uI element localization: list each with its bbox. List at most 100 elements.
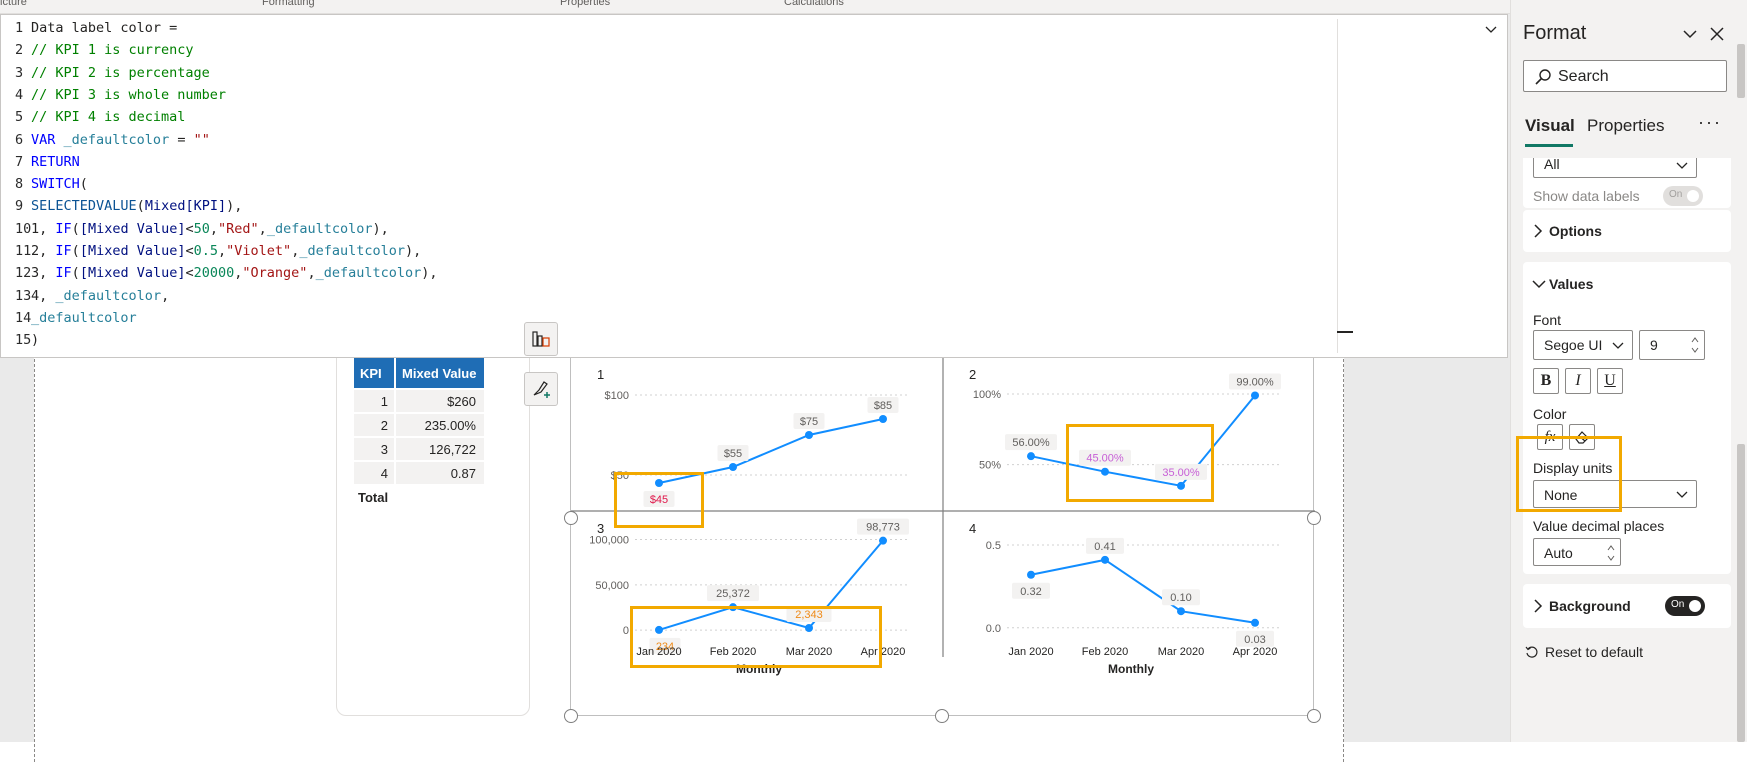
- paint-brush-icon: [533, 381, 550, 398]
- format-brush-tool-button[interactable]: [524, 372, 558, 406]
- resize-handle-bottom-left[interactable]: [564, 709, 578, 723]
- mixed-value-cell: $260: [396, 390, 484, 412]
- chevron-down-icon[interactable]: [1532, 279, 1546, 289]
- conditional-format-fx-button[interactable]: fx: [1537, 424, 1563, 450]
- options-card[interactable]: Options: [1523, 210, 1731, 252]
- ribbon-label-properties[interactable]: Properties: [560, 0, 610, 8]
- small-multiples-line-chart[interactable]: 1 $100 $50 $45 $55 $75 $85 2 100% 50% 56.00% 45.00%…: [570, 356, 1315, 716]
- line-number: 7: [15, 153, 24, 170]
- italic-button[interactable]: I: [1565, 368, 1591, 394]
- code-token: (: [71, 265, 80, 282]
- code-line[interactable]: 15): [1, 329, 39, 351]
- reset-to-default-link[interactable]: Reset to default: [1545, 644, 1643, 660]
- code-line[interactable]: 123, IF([Mixed Value]<20000,"Orange",_de…: [1, 262, 438, 284]
- code-token: 3: [31, 265, 40, 282]
- data-point: [655, 479, 663, 487]
- code-line[interactable]: 112, IF([Mixed Value]<0.5,"Violet",_defa…: [1, 240, 421, 262]
- series-dropdown[interactable]: All: [1533, 158, 1697, 178]
- code-token: <: [185, 265, 194, 282]
- show-data-labels-toggle[interactable]: On: [1663, 186, 1703, 206]
- stepper-arrows-icon[interactable]: [1606, 543, 1616, 563]
- code-line[interactable]: 6 VAR _defaultcolor = "": [1, 129, 210, 151]
- show-data-labels-label: Show data labels: [1533, 188, 1640, 204]
- code-token: [Mixed Value]: [79, 243, 186, 259]
- code-line[interactable]: 8 SWITCH(: [1, 173, 88, 195]
- display-units-label: Display units: [1533, 460, 1613, 476]
- chevron-right-icon: [1534, 224, 1543, 238]
- mixed-value-cell: 235.00%: [396, 414, 484, 436]
- close-icon[interactable]: [1709, 26, 1725, 42]
- pane-scrollbar-top[interactable]: [1737, 44, 1745, 98]
- dax-formula-editor[interactable]: 1 Data label color = 2 // KPI 1 is currency…: [0, 14, 1508, 358]
- code-line[interactable]: 3 // KPI 2 is percentage: [1, 62, 210, 84]
- code-token: SELECTEDVALUE: [31, 198, 137, 215]
- ribbon-label-formatting[interactable]: Formatting: [262, 0, 315, 8]
- code-line[interactable]: 1 Data label color =: [1, 17, 177, 39]
- code-token: [Mixed Value]: [79, 265, 186, 282]
- underline-button[interactable]: U: [1597, 368, 1623, 394]
- data-point: [1101, 467, 1109, 476]
- format-search-input[interactable]: Search: [1523, 60, 1727, 92]
- data-point: [655, 625, 663, 634]
- line-number: 11: [15, 243, 32, 259]
- collapse-pane-chevron-icon[interactable]: [1682, 26, 1698, 42]
- mixed-value-cell: 126,722: [396, 438, 484, 460]
- ribbon-label-picture[interactable]: icture: [0, 0, 27, 8]
- code-token: ),: [405, 243, 422, 259]
- reset-color-button[interactable]: [1569, 424, 1595, 450]
- table-view-tool-button[interactable]: [524, 322, 558, 356]
- code-line[interactable]: 7 RETURN: [1, 151, 80, 173]
- mixed-value-cell: 0.87: [396, 462, 484, 484]
- decimal-places-stepper[interactable]: Auto: [1533, 538, 1621, 566]
- tab-properties[interactable]: Properties: [1587, 116, 1664, 136]
- kpi-table[interactable]: KPI Mixed Value 1 $260 2 235.00% 3 126,722 4 0.…: [352, 356, 486, 510]
- display-units-dropdown[interactable]: None: [1533, 480, 1697, 508]
- table-row[interactable]: 1 $260: [354, 390, 484, 412]
- collapse-chevron-icon[interactable]: [1484, 23, 1498, 37]
- resize-handle-left[interactable]: [564, 511, 578, 525]
- x-axis-title: Monthly: [736, 662, 782, 676]
- format-pane-scroll-area: All Show data labels On Options Values F…: [1511, 158, 1733, 742]
- tab-visual[interactable]: Visual: [1525, 116, 1575, 136]
- editor-resize-handle[interactable]: [1337, 331, 1353, 333]
- code-line[interactable]: 5 // KPI 4 is decimal: [1, 106, 185, 128]
- table-row[interactable]: 2 235.00%: [354, 414, 484, 436]
- table-row[interactable]: 4 0.87: [354, 462, 484, 484]
- code-line[interactable]: 4 // KPI 3 is whole number: [1, 84, 226, 106]
- options-section-label[interactable]: Options: [1549, 223, 1602, 239]
- font-family-dropdown[interactable]: Segoe UI: [1533, 330, 1633, 360]
- resize-handle-right[interactable]: [1307, 511, 1321, 525]
- code-line[interactable]: 101, IF([Mixed Value]<50,"Red",_defaultc…: [1, 218, 389, 240]
- column-header-kpi[interactable]: KPI: [354, 358, 394, 388]
- background-toggle[interactable]: On: [1665, 596, 1705, 616]
- column-header-mixed-value[interactable]: Mixed Value: [396, 358, 484, 388]
- background-card[interactable]: Background On: [1523, 584, 1731, 628]
- ribbon-label-calculations[interactable]: Calculations: [784, 0, 844, 8]
- background-section-label[interactable]: Background: [1549, 598, 1631, 614]
- data-label: 0.03: [1244, 634, 1265, 646]
- table-row[interactable]: 3 126,722: [354, 438, 484, 460]
- code-line[interactable]: 2 // KPI 1 is currency: [1, 39, 194, 61]
- series-dropdown-value: All: [1544, 158, 1560, 172]
- code-token: ),: [421, 265, 438, 282]
- code-line[interactable]: 134, _defaultcolor,: [1, 285, 169, 307]
- resize-handle-bottom-right[interactable]: [1307, 709, 1321, 723]
- code-line[interactable]: 14_defaultcolor: [1, 307, 137, 329]
- resize-handle-bottom[interactable]: [935, 709, 949, 723]
- series-line: [1030, 558, 1256, 624]
- reset-icon[interactable]: [1525, 645, 1539, 659]
- format-pane-title: Format: [1523, 22, 1587, 44]
- format-pane: Format Search Visual Properties ··· All …: [1510, 0, 1747, 742]
- pane-scrollbar-thumb[interactable]: [1737, 444, 1745, 742]
- font-size-stepper[interactable]: 9: [1639, 330, 1705, 360]
- bold-button[interactable]: B: [1533, 368, 1559, 394]
- editor-divider: [1337, 19, 1338, 353]
- values-section-label[interactable]: Values: [1549, 276, 1593, 292]
- code-token: 4: [31, 287, 40, 304]
- stepper-arrows-icon[interactable]: [1690, 335, 1700, 355]
- data-point: [1251, 618, 1259, 627]
- toggle-state-text: On: [1669, 189, 1683, 200]
- code-line[interactable]: 9 SELECTEDVALUE(Mixed[KPI]),: [1, 195, 242, 217]
- more-options-icon[interactable]: ···: [1698, 112, 1722, 133]
- data-point: [879, 536, 887, 545]
